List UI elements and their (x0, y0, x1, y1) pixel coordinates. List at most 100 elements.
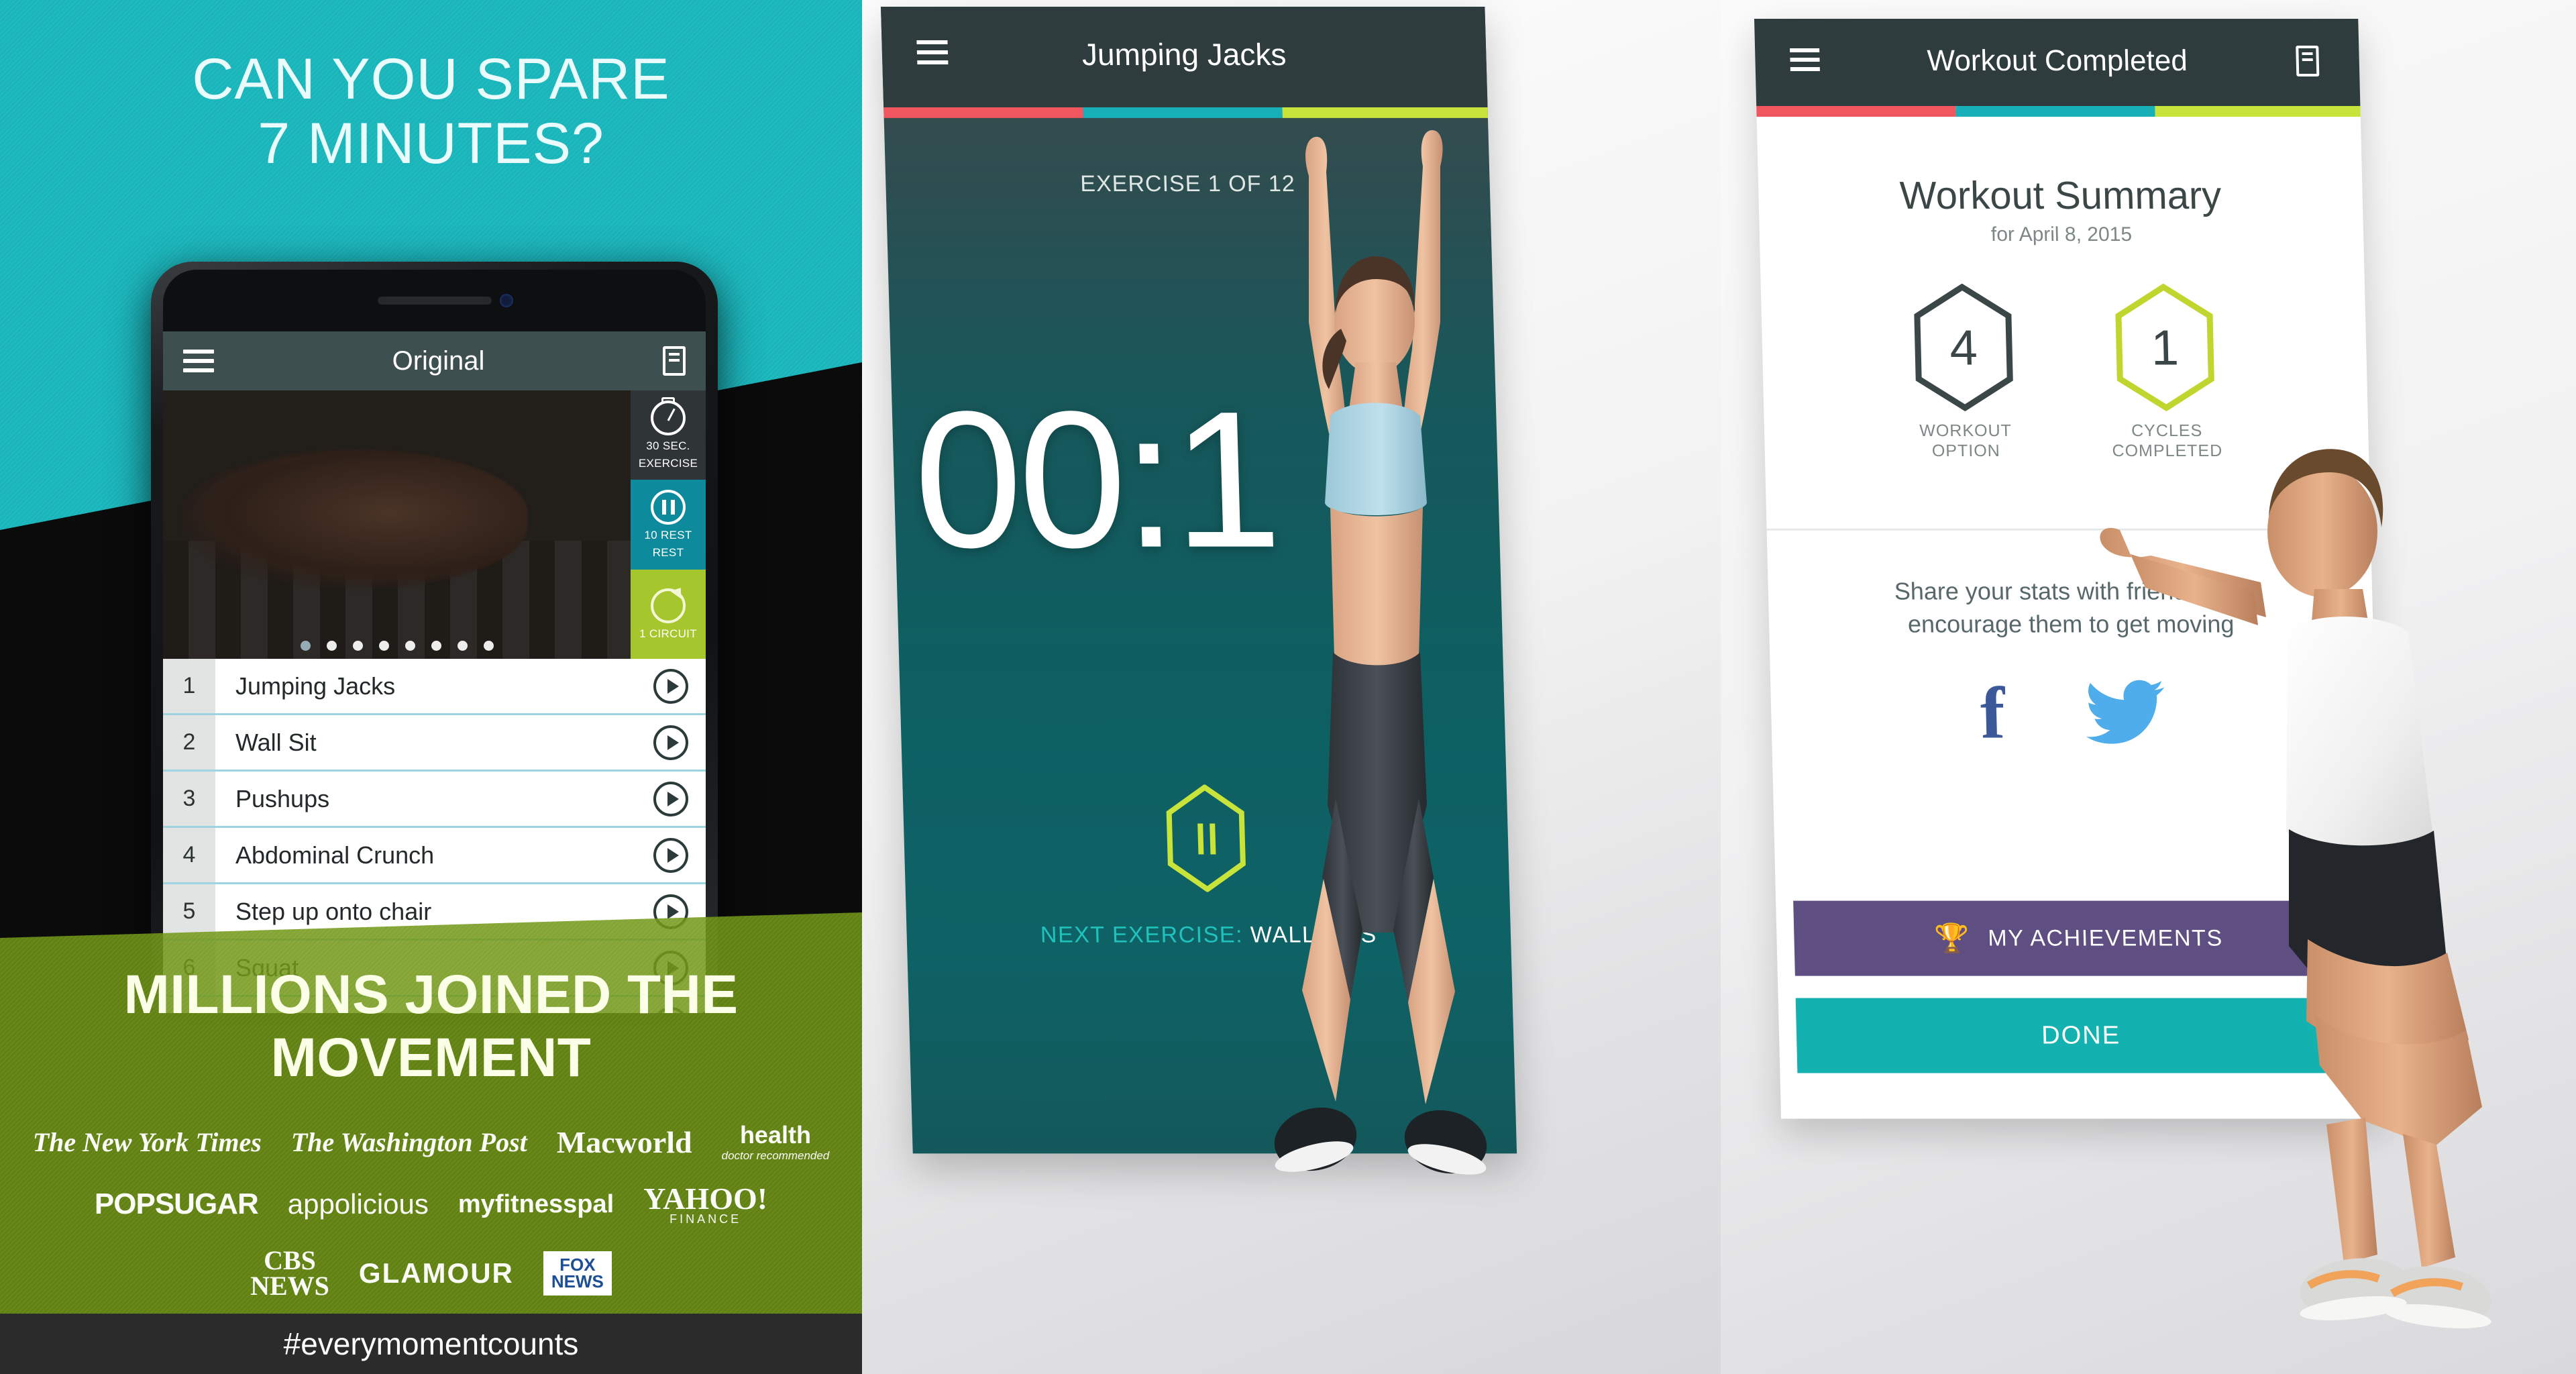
athlete-silhouette (191, 455, 500, 584)
logo-cbs-news: CBS NEWS (250, 1245, 329, 1301)
logo-yahoo-finance: YAHOO! FINANCE (643, 1181, 768, 1225)
promo-headline-line2: 7 MINUTES? (258, 111, 604, 176)
stat-value: 1 (2150, 319, 2180, 376)
play-icon[interactable] (653, 725, 688, 760)
logo-myfitnesspal: myfitnesspal (458, 1190, 614, 1218)
panel-workout-completed: Workout Completed Workout Summary for Ap… (1721, 0, 2576, 1374)
logo-cbs-line2: NEWS (250, 1270, 329, 1301)
workout-settings-panel: 30 SEC. EXERCISE 10 REST REST 1 CIRCUIT (631, 390, 706, 659)
cycle-icon (651, 588, 686, 623)
stat-caption: WORKOUT OPTION (1898, 421, 2034, 461)
promo-headline: CAN YOU SPARE 7 MINUTES? (0, 47, 862, 176)
logo-fox-line2: NEWS (551, 1271, 604, 1291)
summary-title-bar: Workout Completed (1926, 44, 2188, 77)
list-item[interactable]: 1 Jumping Jacks (163, 659, 706, 715)
stat-workout-option: 4 WORKOUT OPTION (1895, 283, 2034, 461)
logo-yahoo-main: YAHOO! (643, 1181, 768, 1216)
logo-washington-post: The Washington Post (290, 1127, 527, 1157)
logo-health-main: health (739, 1121, 811, 1149)
phone-mockup: Original 30 SEC. EXERCISE 10 REST REST 1… (151, 262, 718, 1013)
list-item[interactable]: 3 Pushups (163, 772, 706, 828)
athlete-man-squatting (2100, 449, 2491, 1328)
stat-value: 4 (1949, 319, 1978, 376)
facebook-icon[interactable]: f (1980, 672, 2006, 754)
progress-bar (883, 107, 1488, 118)
logo-health-sub: doctor recommended (721, 1149, 830, 1162)
setting-rest-duration[interactable]: 10 REST REST (631, 480, 706, 570)
progress-segment-teal (1083, 107, 1283, 118)
athlete-woman-jumping-jacks (1274, 130, 1487, 1175)
carousel-dot[interactable] (300, 641, 311, 651)
progress-segment-green (2155, 105, 2361, 117)
phone-camera (499, 294, 513, 307)
press-logos: The New York Times The Washington Post M… (0, 1121, 862, 1301)
document-icon[interactable] (2296, 45, 2320, 76)
stat-caption-line2: OPTION (1931, 441, 2001, 460)
phone-screen: Original 30 SEC. EXERCISE 10 REST REST 1… (163, 270, 706, 1013)
setting-exercise-duration[interactable]: 30 SEC. EXERCISE (631, 390, 706, 480)
exercise-name: Wall Sit (235, 728, 317, 756)
hexagon-badge: 1 (2113, 283, 2217, 412)
pause-circle-icon (651, 490, 686, 525)
play-icon[interactable] (653, 668, 688, 704)
logo-fox-news: FOX NEWS (543, 1251, 612, 1296)
logo-cbs-line1: CBS (264, 1245, 316, 1275)
panel-jumping-jacks: Jumping Jacks EXERCISE 1 OF 12 00:1 NEXT… (862, 0, 1721, 1374)
press-logo-row-2: POPSUGAR appolicious myfitnesspal YAHOO!… (0, 1181, 862, 1225)
setting-exercise-line1: 30 SEC. (646, 439, 690, 453)
stopwatch-icon (651, 401, 686, 436)
exercise-name: Abdominal Crunch (235, 841, 435, 869)
exercise-number: 1 (163, 659, 215, 713)
list-item[interactable]: 4 Abdominal Crunch (163, 828, 706, 884)
carousel-dot[interactable] (352, 641, 363, 651)
hexagon-badge: 4 (1912, 283, 2016, 412)
page-title: Workout Summary (1899, 173, 2222, 217)
promo-footer: #everymomentcounts (0, 1314, 862, 1374)
app-viewport: Original 30 SEC. EXERCISE 10 REST REST 1… (163, 331, 706, 1013)
setting-rest-line1: 10 REST (644, 529, 692, 542)
carousel-dot[interactable] (326, 641, 337, 651)
carousel-dot[interactable] (457, 641, 468, 651)
progress-segment-red (1756, 105, 1956, 117)
logo-health: health doctor recommended (721, 1121, 830, 1162)
play-icon[interactable] (653, 781, 688, 816)
exercise-number: 4 (163, 828, 215, 882)
setting-exercise-line2: EXERCISE (638, 456, 698, 470)
jj-title: Jumping Jacks (1081, 36, 1287, 72)
app-bar: Original (163, 331, 706, 390)
progress-segment-green (1282, 107, 1488, 118)
logo-appolicious: appolicious (287, 1188, 429, 1220)
carousel-dot[interactable] (483, 641, 494, 651)
footer-hashtag: #everymomentcounts (283, 1326, 579, 1361)
exercise-number: 2 (163, 715, 215, 770)
progress-segment-red (883, 107, 1083, 118)
app-bar-title: Original (392, 346, 485, 376)
setting-circuits[interactable]: 1 CIRCUIT (631, 569, 706, 659)
stat-caption-line1: WORKOUT (1919, 421, 2012, 440)
logo-new-york-times: The New York Times (32, 1127, 262, 1157)
hamburger-icon[interactable] (183, 350, 214, 372)
press-headline: MILLIONS JOINED THE MOVEMENT (123, 964, 739, 1088)
exercise-name: Pushups (235, 784, 330, 812)
exercise-name: Jumping Jacks (235, 672, 396, 700)
summary-date: for April 8, 2015 (1990, 223, 2133, 246)
carousel-dots[interactable] (163, 641, 631, 651)
carousel-dot[interactable] (431, 641, 441, 651)
exercise-number: 3 (163, 772, 215, 826)
panel-promo-can-you-spare: CAN YOU SPARE 7 MINUTES? Original 30 SEC… (0, 0, 862, 1374)
setting-rest-line2: REST (652, 545, 684, 559)
list-item[interactable]: 2 Wall Sit (163, 715, 706, 772)
document-icon[interactable] (663, 346, 686, 376)
progress-segment-teal (1955, 105, 2155, 117)
play-icon[interactable] (653, 837, 688, 873)
trophy-icon: 🏆 (1933, 922, 1971, 954)
screenshot-root: CAN YOU SPARE 7 MINUTES? Original 30 SEC… (0, 0, 2576, 1374)
press-overlay: MILLIONS JOINED THE MOVEMENT The New Yor… (0, 912, 862, 1315)
exercise-photo (163, 390, 631, 659)
carousel-dot[interactable] (405, 641, 415, 651)
progress-bar (1756, 105, 2361, 117)
logo-glamour: GLAMOUR (358, 1257, 514, 1289)
hero-section: 30 SEC. EXERCISE 10 REST REST 1 CIRCUIT (163, 390, 706, 659)
exercise-number: 5 (163, 884, 215, 939)
carousel-dot[interactable] (378, 641, 389, 651)
